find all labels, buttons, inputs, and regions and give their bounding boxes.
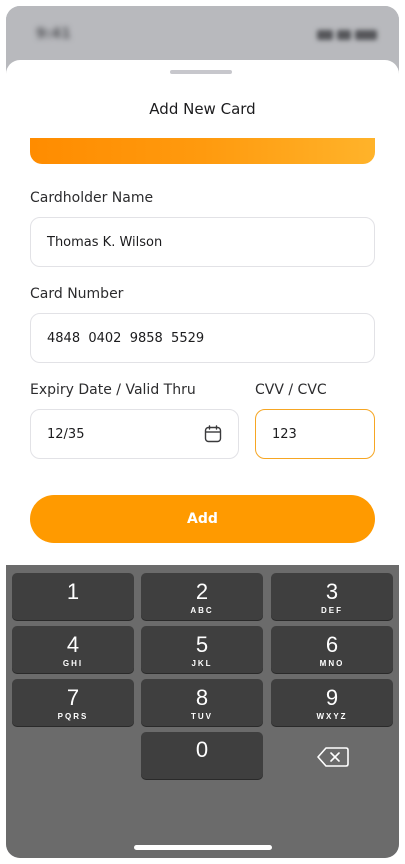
expiry-value: 12/35 [47,426,85,442]
key-digit: 8 [195,685,209,710]
key-letters: PQRS [57,712,89,721]
sheet-grabber[interactable] [170,70,232,74]
key-4[interactable]: 4 GHI [12,626,134,673]
status-bar: 9:41 [6,6,399,66]
key-3[interactable]: 3 DEF [271,573,393,620]
key-letters: DEF [321,606,343,615]
cardholder-name-value: Thomas K. Wilson [47,234,163,250]
key-letters: JKL [191,659,213,668]
key-letters: ABC [190,606,214,615]
key-2[interactable]: 2 ABC [141,573,263,620]
key-digit: 0 [195,737,209,762]
card-number-field[interactable]: 4848 0402 9858 5529 [30,313,375,363]
signal-icon [317,30,333,40]
cardholder-name-field[interactable]: Thomas K. Wilson [30,217,375,267]
key-letters: WXYZ [316,712,348,721]
key-digit: 5 [195,632,209,657]
key-9[interactable]: 9 WXYZ [271,679,393,726]
expiry-field[interactable]: 12/35 [30,409,239,459]
card-number-value: 4848 0402 9858 5529 [47,330,205,346]
key-digit: 1 [66,579,80,604]
backspace-icon[interactable] [316,746,350,768]
numeric-keypad: 1 2 ABC 3 DEF 4 GHI 5 JKL 6 MNO 7 PQRS 8 [6,565,399,858]
key-letters: TUV [191,712,213,721]
key-digit: 6 [325,632,339,657]
cardholder-label: Cardholder Name [30,190,154,206]
card-preview [30,138,375,164]
key-6[interactable]: 6 MNO [271,626,393,673]
phone-screen: 9:41 Add New Card Cardholder Name Thomas… [6,6,399,858]
key-digit: 3 [325,579,339,604]
add-button[interactable]: Add [30,495,375,543]
card-number-label: Card Number [30,286,124,302]
key-digit: 9 [325,685,339,710]
key-digit: 2 [195,579,209,604]
key-digit: 7 [66,685,80,710]
key-5[interactable]: 5 JKL [141,626,263,673]
key-digit: 4 [66,632,80,657]
cvv-label: CVV / CVC [255,382,327,398]
cvv-field[interactable]: 123 [255,409,375,459]
status-icons [317,30,377,40]
key-8[interactable]: 8 TUV [141,679,263,726]
key-1[interactable]: 1 [12,573,134,620]
key-letters: GHI [62,659,84,668]
wifi-icon [337,30,351,40]
home-indicator[interactable] [134,845,272,850]
sheet-title: Add New Card [149,100,256,118]
key-0[interactable]: 0 [141,732,263,779]
key-letters: MNO [319,659,345,668]
calendar-icon[interactable] [204,425,222,443]
battery-icon [355,30,377,40]
add-card-sheet: Add New Card Cardholder Name Thomas K. W… [6,60,399,565]
expiry-label: Expiry Date / Valid Thru [30,382,196,398]
status-time: 9:41 [36,26,71,42]
key-7[interactable]: 7 PQRS [12,679,134,726]
cvv-value: 123 [272,426,297,442]
